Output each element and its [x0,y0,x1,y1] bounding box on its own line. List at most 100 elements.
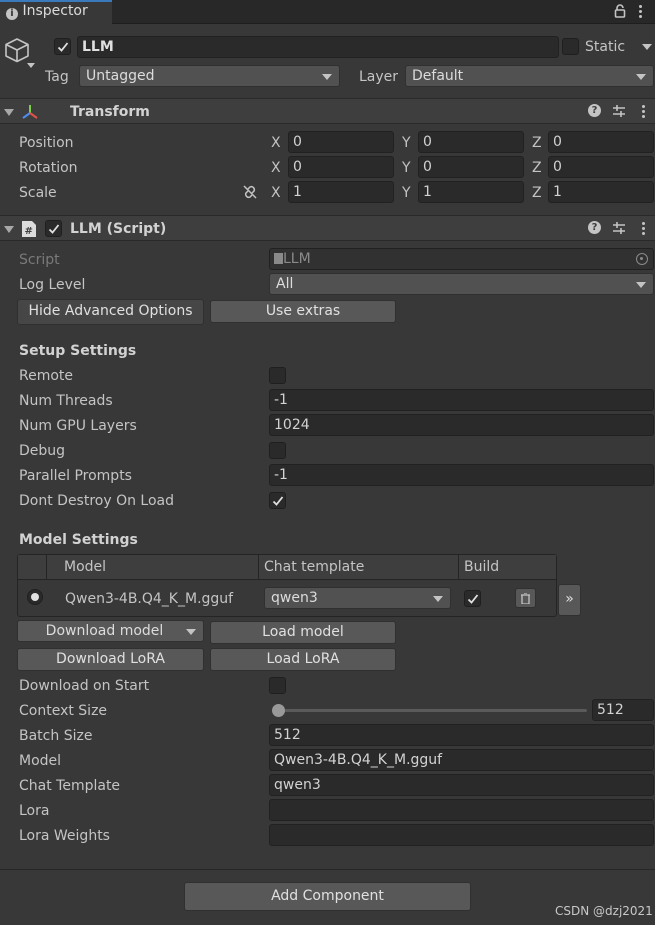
llm-script-header[interactable]: # LLM (Script) ? [0,215,655,241]
chat-template-input[interactable]: qwen3 [269,774,654,796]
rotation-y-input[interactable]: 0 [418,156,524,178]
inspector-tab[interactable]: i Inspector [0,0,112,25]
log-level-dropdown[interactable]: All [269,273,654,295]
static-label: Static [585,39,626,55]
context-size-input[interactable]: 512 [592,699,654,721]
rotation-z-axis[interactable]: Z [532,159,542,177]
debug-checkbox[interactable] [269,442,286,459]
rotation-z-input[interactable]: 0 [548,156,654,178]
parallel-prompts-input[interactable]: -1 [269,464,654,486]
model-row-delete-button[interactable] [515,588,536,608]
remote-label: Remote [19,368,74,384]
model-label: Model [19,753,62,769]
layer-value: Default [412,68,464,84]
transform-axes-icon [22,105,38,119]
presets-icon[interactable] [612,221,626,235]
rotation-x-input[interactable]: 0 [288,156,394,178]
static-dropdown-arrow[interactable] [638,36,654,58]
layer-dropdown[interactable]: Default [405,65,654,87]
hide-advanced-options-button[interactable]: Hide Advanced Options [17,299,204,325]
debug-label: Debug [19,443,66,459]
scale-z-input[interactable]: 1 [548,181,654,203]
position-x-input[interactable]: 0 [288,131,394,153]
rotation-x-axis[interactable]: X [271,159,281,177]
active-checkbox[interactable] [54,38,71,55]
download-on-start-label: Download on Start [19,678,150,694]
tab-menu-icon[interactable] [639,5,643,19]
num-threads-input[interactable]: -1 [269,389,654,411]
constrain-proportions-icon[interactable] [242,185,258,199]
lora-weights-input[interactable] [269,824,654,846]
inspector-tab-title: Inspector [22,3,88,19]
scale-y-input[interactable]: 1 [418,181,524,203]
model-table-divider [46,555,47,580]
lora-weights-label: Lora Weights [19,828,110,844]
num-gpu-layers-label: Num GPU Layers [19,418,137,434]
object-name-input[interactable]: LLM [77,36,559,58]
download-lora-button[interactable]: Download LoRA [17,648,204,671]
icon-dropdown-arrow[interactable] [27,63,35,68]
fold-arrow-icon[interactable] [4,226,14,233]
context-size-slider-thumb[interactable] [272,704,285,717]
scale-x-axis[interactable]: X [271,184,281,202]
model-input[interactable]: Qwen3-4B.Q4_K_M.gguf [269,749,654,771]
tag-dropdown[interactable]: Untagged [79,65,340,87]
model-select-radio[interactable] [27,589,43,605]
component-menu-icon[interactable] [642,222,646,236]
num-threads-label: Num Threads [19,393,113,409]
position-y-axis[interactable]: Y [402,134,411,152]
components-end-separator [0,869,655,870]
download-on-start-checkbox[interactable] [269,677,286,694]
load-lora-button[interactable]: Load LoRA [210,648,396,671]
inspector-tab-bar: i Inspector [0,0,655,25]
trash-icon [521,593,530,604]
position-label: Position [19,135,74,151]
fold-arrow-icon[interactable] [4,109,14,116]
layer-label: Layer [359,69,399,85]
model-row-chat-template-dropdown[interactable]: qwen3 [264,587,451,609]
remote-checkbox[interactable] [269,367,286,384]
load-model-button[interactable]: Load model [210,621,396,644]
lock-icon[interactable] [614,4,626,18]
position-z-axis[interactable]: Z [532,134,542,152]
chevron-down-icon [322,74,332,80]
model-row-build-checkbox[interactable] [464,590,481,607]
lora-input[interactable] [269,799,654,821]
help-icon[interactable]: ? [588,221,601,234]
tag-value: Untagged [86,68,155,84]
position-z-input[interactable]: 0 [548,131,654,153]
use-extras-button[interactable]: Use extras [210,300,396,323]
add-component-button[interactable]: Add Component [184,882,471,911]
setup-settings-heading: Setup Settings [19,343,137,359]
rotation-y-axis[interactable]: Y [402,159,411,177]
position-x-axis[interactable]: X [271,134,281,152]
dont-destroy-checkbox[interactable] [269,492,286,509]
csharp-script-icon: # [22,221,36,237]
presets-icon[interactable] [612,104,626,118]
parallel-prompts-label: Parallel Prompts [19,468,132,484]
position-y-input[interactable]: 0 [418,131,524,153]
model-table: Model Chat template Build Qwen3-4B.Q4_K_… [17,554,557,617]
batch-size-input[interactable]: 512 [269,724,654,746]
scale-y-axis[interactable]: Y [402,184,411,202]
col-model: Model [64,559,107,575]
transform-header[interactable]: Transform ? [0,98,655,124]
scale-x-input[interactable]: 1 [288,181,394,203]
llm-script-title: LLM (Script) [70,221,167,237]
context-size-slider-track[interactable] [273,709,587,712]
object-picker-icon[interactable] [636,253,648,265]
watermark: CSDN @dzj2021 [555,904,653,918]
expand-model-list-button[interactable]: » [558,584,581,616]
llm-enabled-checkbox[interactable] [45,220,62,237]
model-table-divider [458,555,459,580]
component-menu-icon[interactable] [642,105,646,119]
model-row-name: Qwen3-4B.Q4_K_M.gguf [65,591,234,607]
help-icon[interactable]: ? [588,104,601,117]
download-model-label: Download model [45,623,164,639]
num-gpu-layers-input[interactable]: 1024 [269,414,654,436]
download-model-dropdown[interactable]: Download model [17,620,204,642]
script-value: LLM [283,251,311,267]
static-checkbox[interactable] [562,38,579,55]
scale-z-axis[interactable]: Z [532,184,542,202]
col-build: Build [464,559,500,575]
